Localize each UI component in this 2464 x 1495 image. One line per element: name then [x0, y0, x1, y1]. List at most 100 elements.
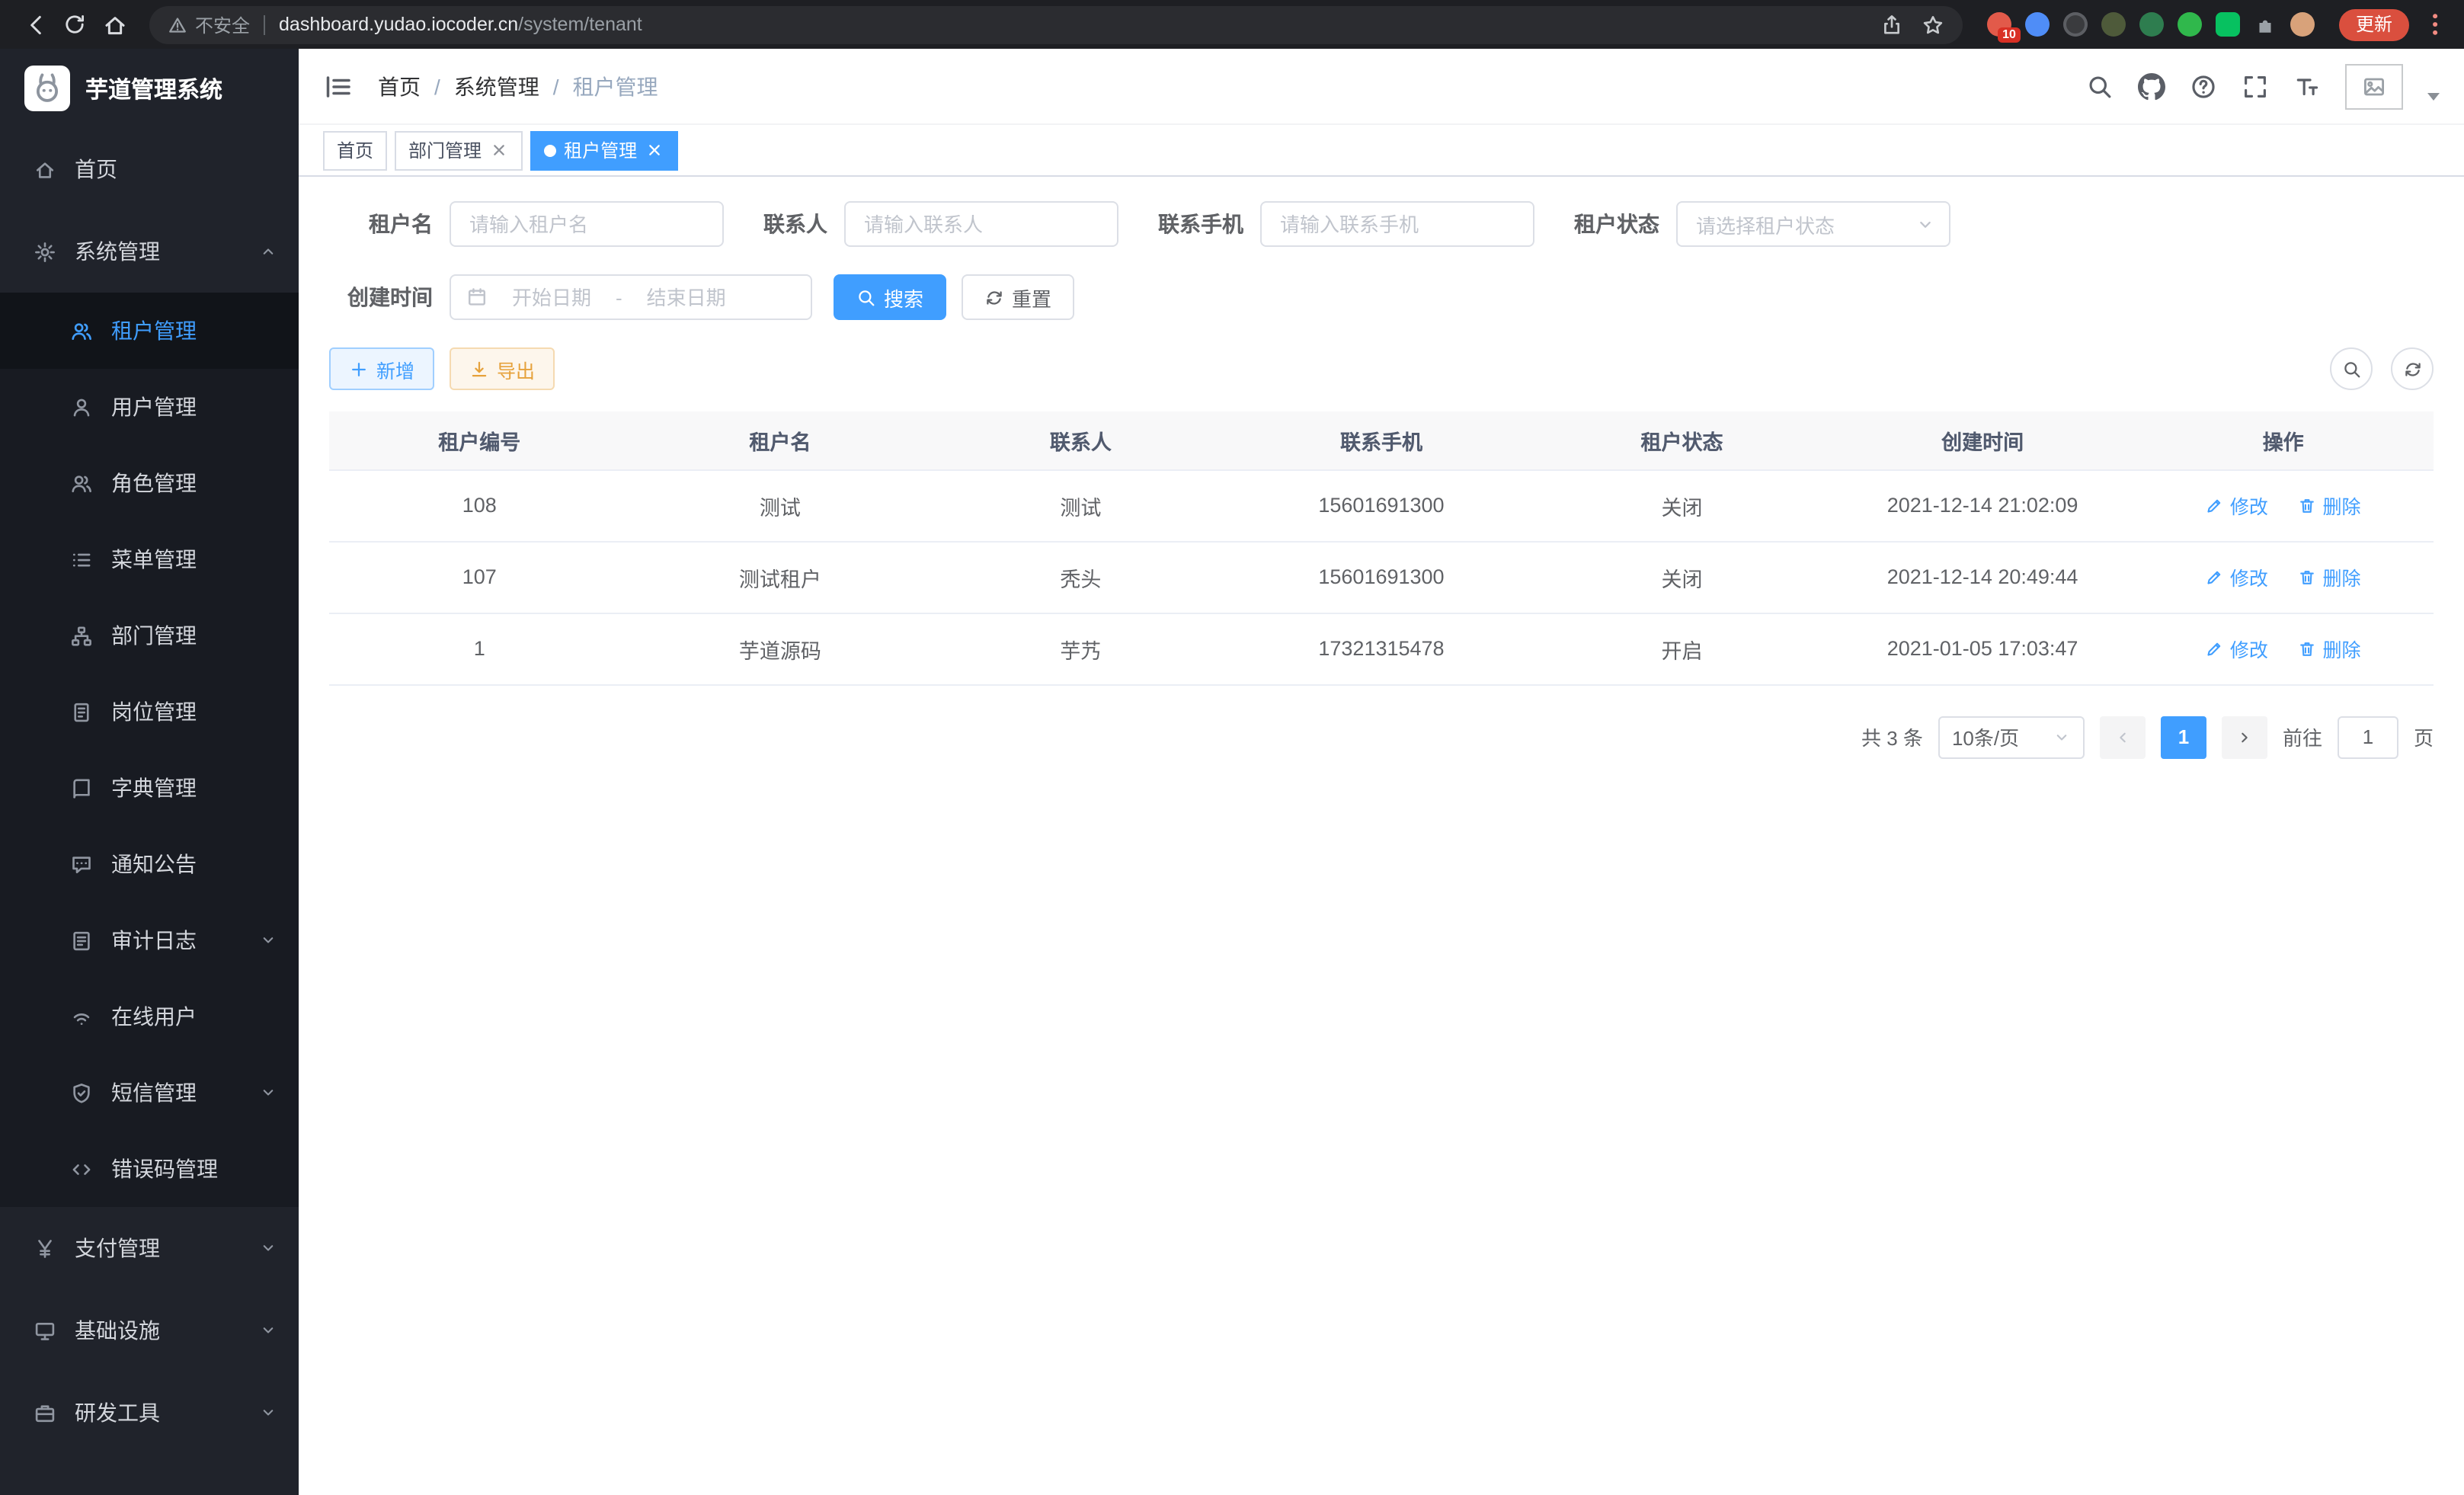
sidebar-item-dev-tools[interactable]: 研发工具 — [0, 1372, 299, 1454]
col-phone: 联系手机 — [1231, 411, 1532, 469]
sidebar-item-user[interactable]: 用户管理 — [0, 369, 299, 445]
refresh-table-button[interactable] — [2391, 347, 2434, 390]
user-avatar[interactable] — [2345, 63, 2403, 109]
extension-icon-4[interactable] — [2101, 12, 2126, 37]
sidebar-item-role[interactable]: 角色管理 — [0, 445, 299, 521]
sidebar-item-error-code[interactable]: 错误码管理 — [0, 1131, 299, 1207]
extension-toolbar: 10 — [1987, 12, 2315, 37]
status-label: 租户状态 — [1574, 209, 1659, 239]
infrastructure-monitor-icon — [34, 1319, 56, 1342]
sidebar-item-system[interactable]: 系统管理 — [0, 210, 299, 293]
goto-page-input[interactable] — [2338, 715, 2398, 758]
tenant-name-input[interactable] — [450, 201, 724, 247]
delete-link[interactable]: 删除 — [2298, 562, 2360, 591]
table-header-row: 租户编号 租户名 联系人 联系手机 租户状态 创建时间 操作 — [329, 411, 2434, 469]
toggle-search-button[interactable] — [2330, 347, 2373, 390]
delete-link[interactable]: 删除 — [2298, 634, 2360, 663]
refresh-icon — [984, 287, 1004, 307]
breadcrumb-system[interactable]: 系统管理 — [454, 71, 539, 101]
sidebar-item-home[interactable]: 首页 — [0, 128, 299, 210]
extension-icon-5[interactable] — [2139, 12, 2164, 37]
sidebar-item-dict[interactable]: 字典管理 — [0, 750, 299, 826]
extensions-puzzle-icon[interactable] — [2254, 13, 2277, 36]
chevron-down-icon — [259, 1321, 277, 1340]
prev-page-button[interactable] — [2100, 715, 2146, 758]
search-button[interactable]: 搜索 — [834, 274, 946, 320]
phone-input[interactable] — [1260, 201, 1534, 247]
error-code-icon — [70, 1157, 93, 1180]
table-row: 1 芋道源码 芋艿 17321315478 开启 2021-01-05 17:0… — [329, 613, 2434, 684]
browser-home-button[interactable] — [94, 5, 134, 44]
breadcrumb-home[interactable]: 首页 — [378, 71, 421, 101]
extension-icon-3[interactable] — [2063, 12, 2088, 37]
export-button[interactable]: 导出 — [450, 347, 555, 390]
extension-icon-2[interactable] — [2025, 12, 2050, 37]
github-icon[interactable] — [2138, 72, 2165, 100]
sidebar-item-post[interactable]: 岗位管理 — [0, 674, 299, 750]
page-size-select[interactable]: 10条/页 — [1938, 715, 2085, 758]
help-question-icon[interactable] — [2190, 72, 2217, 100]
edit-pencil-icon — [2206, 639, 2224, 658]
pagination: 共 3 条 10条/页 1 前往 页 — [329, 715, 2434, 758]
sidebar-item-online-user[interactable]: 在线用户 — [0, 978, 299, 1055]
payment-yen-icon — [34, 1237, 56, 1260]
status-select[interactable]: 请选择租户状态 — [1676, 201, 1950, 247]
trash-icon — [2298, 496, 2316, 514]
share-icon[interactable] — [1880, 13, 1903, 36]
breadcrumb: 首页 / 系统管理 / 租户管理 — [378, 71, 658, 101]
dev-tools-case-icon — [34, 1401, 56, 1424]
calendar-icon — [466, 287, 488, 308]
sidebar-item-menu[interactable]: 菜单管理 — [0, 521, 299, 597]
fullscreen-icon[interactable] — [2242, 72, 2269, 100]
sidebar-item-infrastructure[interactable]: 基础设施 — [0, 1289, 299, 1372]
sidebar-item-sms[interactable]: 短信管理 — [0, 1055, 299, 1131]
next-page-button[interactable] — [2222, 715, 2267, 758]
edit-link[interactable]: 修改 — [2206, 491, 2268, 520]
home-icon — [34, 158, 56, 181]
browser-reload-button[interactable] — [55, 5, 94, 44]
tenant-name-label: 租户名 — [329, 209, 433, 239]
tab-home[interactable]: 首页 — [323, 130, 387, 170]
sidebar-item-tenant[interactable]: 租户管理 — [0, 293, 299, 369]
add-button[interactable]: 新增 — [329, 347, 434, 390]
close-icon[interactable] — [645, 140, 664, 160]
bookmark-star-icon[interactable] — [1922, 13, 1944, 36]
status-text: 关闭 — [1531, 469, 1832, 541]
font-size-icon[interactable] — [2293, 72, 2321, 100]
tab-dept[interactable]: 部门管理 — [395, 130, 523, 170]
chevron-down-icon — [1915, 214, 1935, 234]
omnibox-divider — [264, 14, 265, 34]
contact-input[interactable] — [844, 201, 1118, 247]
browser-menu-icon[interactable] — [2421, 11, 2449, 38]
avatar-caret-down-icon[interactable] — [2427, 93, 2440, 101]
tab-tenant[interactable]: 租户管理 — [530, 130, 678, 170]
extension-icon-1[interactable]: 10 — [1987, 12, 2011, 37]
end-date-input[interactable] — [632, 286, 741, 309]
page-number-button[interactable]: 1 — [2161, 715, 2206, 758]
sidebar-item-payment[interactable]: 支付管理 — [0, 1207, 299, 1289]
sidebar-fold-icon[interactable] — [323, 71, 354, 101]
browser-update-button[interactable]: 更新 — [2339, 8, 2409, 40]
search-icon — [2341, 359, 2361, 379]
delete-link[interactable]: 删除 — [2298, 491, 2360, 520]
sidebar-item-dept[interactable]: 部门管理 — [0, 597, 299, 674]
logo[interactable]: 芋道管理系统 — [0, 49, 299, 128]
address-bar[interactable]: 不安全 dashboard.yudao.iocoder.cn /system/t… — [149, 5, 1963, 43]
chevron-right-icon — [2235, 728, 2254, 746]
sidebar-item-notice[interactable]: 通知公告 — [0, 826, 299, 902]
tenant-users-icon — [70, 319, 93, 342]
sidebar-item-audit-log[interactable]: 审计日志 — [0, 902, 299, 978]
extension-icon-7[interactable] — [2216, 12, 2240, 37]
announcement-bubble-icon — [70, 853, 93, 876]
create-time-range-picker[interactable]: - — [450, 274, 812, 320]
reset-button[interactable]: 重置 — [962, 274, 1074, 320]
search-icon[interactable] — [2086, 72, 2114, 100]
extension-icon-6[interactable] — [2178, 12, 2202, 37]
edit-link[interactable]: 修改 — [2206, 634, 2268, 663]
browser-back-button[interactable] — [15, 5, 55, 44]
edit-link[interactable]: 修改 — [2206, 562, 2268, 591]
profile-avatar-icon[interactable] — [2290, 12, 2315, 37]
system-submenu: 租户管理 用户管理 角色管理 菜单管理 部门管理 — [0, 293, 299, 1207]
start-date-input[interactable] — [497, 286, 606, 309]
close-icon[interactable] — [489, 140, 509, 160]
